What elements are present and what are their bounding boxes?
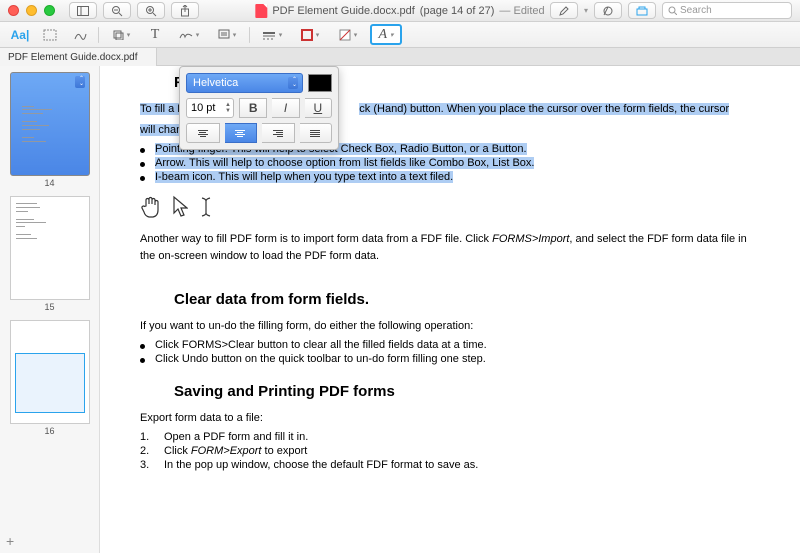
sketch-tool[interactable] xyxy=(68,26,92,44)
thumbnail-label: 16 xyxy=(10,426,89,436)
bold-button[interactable]: B xyxy=(239,98,267,118)
search-icon xyxy=(668,6,677,15)
thumbnail-sidebar: ▬▬▬▬▬▬▬▬▬▬▬▬▬▬▬▬▬▬▬▬▬▬▬▬▬▬▬▬▬▬▬▬▬▬▬▬▬▬▬▬… xyxy=(0,66,100,553)
align-justify-button[interactable] xyxy=(300,123,333,143)
close-window-button[interactable] xyxy=(8,5,19,16)
ibeam-cursor-icon xyxy=(200,195,212,219)
tab-label: PDF Element Guide.docx.pdf xyxy=(8,52,138,63)
separator xyxy=(249,27,250,43)
bullet-item: Arrow. This will help to choose option f… xyxy=(140,157,760,169)
page-thumbnail-14[interactable]: ▬▬▬▬▬▬▬▬▬▬▬▬▬▬▬▬▬▬▬▬▬▬▬▬▬▬▬▬▬▬▬▬▬▬▬▬▬▬▬▬… xyxy=(10,72,90,176)
line-style-tool[interactable] xyxy=(256,26,288,44)
font-family-select[interactable]: Helvetica xyxy=(186,73,303,93)
note-tool[interactable] xyxy=(211,26,243,44)
border-color-tool[interactable] xyxy=(294,26,326,44)
thumbnail-label: 14 xyxy=(10,178,89,188)
document-icon xyxy=(255,4,267,18)
page-thumbnail-15[interactable]: ▬▬▬▬▬▬▬▬▬▬▬▬▬▬▬▬▬▬▬▬▬▬▬▬▬▬▬▬▬▬▬▬▬▬▬▬▬▬▬▬… xyxy=(10,196,90,300)
zoom-window-button[interactable] xyxy=(44,5,55,16)
markup-button[interactable] xyxy=(594,2,622,19)
hand-cursor-icon xyxy=(140,195,160,219)
document-tab[interactable]: PDF Element Guide.docx.pdf xyxy=(0,48,157,66)
shapes-tool[interactable] xyxy=(105,26,137,44)
align-left-button[interactable] xyxy=(186,123,220,143)
numbered-item: 2.Click FORM>Export to export xyxy=(140,445,760,457)
body-text: Another way to fill PDF form is to impor… xyxy=(140,231,760,265)
zoom-out-button[interactable] xyxy=(103,2,131,19)
sign-tool[interactable] xyxy=(173,26,205,44)
annotation-toolbar: Aa| T A xyxy=(0,22,800,48)
font-size-value: 10 pt xyxy=(191,102,215,114)
zoom-in-button[interactable] xyxy=(137,2,165,19)
font-family-value: Helvetica xyxy=(193,77,238,89)
thumbnail-label: 15 xyxy=(10,302,89,312)
separator xyxy=(98,27,99,43)
rect-select-tool[interactable] xyxy=(38,26,62,44)
underline-button[interactable]: U xyxy=(305,98,332,118)
sidebar-toggle-button[interactable] xyxy=(69,2,97,19)
cursor-illustration xyxy=(140,195,760,219)
font-size-stepper[interactable]: 10 pt ▲▼ xyxy=(186,98,234,118)
text-tool[interactable]: T xyxy=(143,26,167,44)
text-selection-tool[interactable]: Aa| xyxy=(8,26,32,44)
arrow-cursor-icon xyxy=(172,195,188,219)
dropdown-indicator-icon: ▾ xyxy=(584,6,588,15)
document-view[interactable]: Fill Helvetica 10 pt ▲▼ B I U xyxy=(100,66,800,553)
align-right-button[interactable] xyxy=(262,123,295,143)
window-title-filename: PDF Element Guide.docx.pdf xyxy=(272,5,414,17)
page-thumbnail-16[interactable] xyxy=(10,320,90,424)
italic-button[interactable]: I xyxy=(272,98,299,118)
numbered-item: 1.Open a PDF form and fill it in. xyxy=(140,431,760,443)
window-titlebar: PDF Element Guide.docx.pdf (page 14 of 2… xyxy=(0,0,800,22)
bullet-item: I-beam icon. This will help when you typ… xyxy=(140,171,760,183)
text-color-swatch[interactable] xyxy=(308,74,332,92)
body-text: Export form data to a file: xyxy=(140,410,760,427)
text-style-tool[interactable]: A xyxy=(370,24,402,45)
minimize-window-button[interactable] xyxy=(26,5,37,16)
search-placeholder: Search xyxy=(680,5,712,16)
window-title-status: — Edited xyxy=(499,5,544,17)
heading-clear: Clear data from form fields. xyxy=(174,291,760,308)
edit-button[interactable] xyxy=(550,2,578,19)
body-text: If you want to un-do the filling form, d… xyxy=(140,318,760,335)
bullet-item: Click FORMS>Clear button to clear all th… xyxy=(140,339,760,351)
share-button[interactable] xyxy=(171,2,199,19)
window-controls xyxy=(8,5,55,16)
add-page-button[interactable]: + xyxy=(6,533,14,549)
fill-color-tool[interactable] xyxy=(332,26,364,44)
bullet-item: Click Undo button on the quick toolbar t… xyxy=(140,353,760,365)
font-style-popover: Helvetica 10 pt ▲▼ B I U xyxy=(179,66,339,150)
numbered-item: 3.In the pop up window, choose the defau… xyxy=(140,459,760,471)
document-tabs: PDF Element Guide.docx.pdf xyxy=(0,48,800,66)
align-center-button[interactable] xyxy=(225,123,258,143)
heading-save: Saving and Printing PDF forms xyxy=(174,383,760,400)
ink-button[interactable] xyxy=(628,2,656,19)
window-title-pager: (page 14 of 27) xyxy=(420,5,495,17)
search-input[interactable]: Search xyxy=(662,2,792,19)
